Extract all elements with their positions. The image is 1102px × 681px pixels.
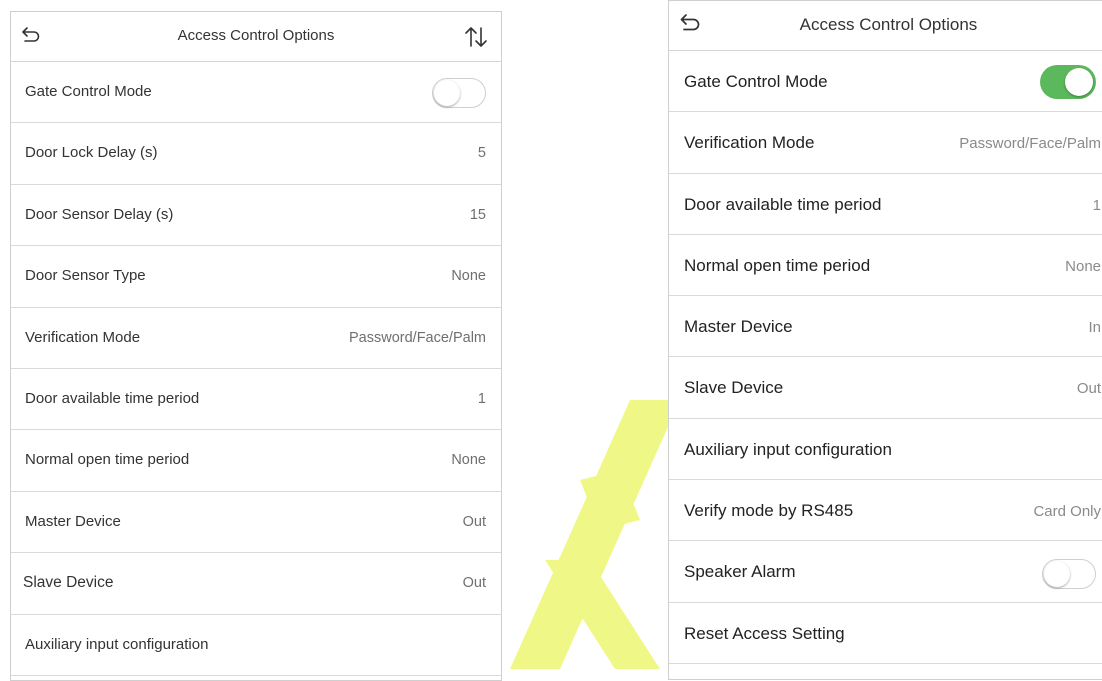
row-label: Slave Device — [684, 378, 784, 398]
row-label: Reset Access Setting — [684, 623, 845, 643]
row-label: Normal open time period — [684, 255, 871, 275]
row-label: Door Lock Delay (s) — [25, 144, 158, 162]
row-value: Password/Face/Palm — [959, 135, 1101, 153]
row-value: 1 — [1092, 196, 1101, 214]
row-auxiliary-input-configuration[interactable]: Auxiliary input configuration — [669, 419, 1102, 481]
row-auxiliary-input-configuration[interactable]: Auxiliary input configuration — [11, 615, 501, 676]
row-label: Slave Device — [23, 574, 114, 592]
row-value: None — [1065, 257, 1101, 275]
row-label: Speaker Alarm — [684, 562, 796, 582]
row-value: Card Only — [1033, 503, 1101, 521]
left-header: Access Control Options — [11, 12, 501, 62]
row-label: Master Device — [25, 512, 121, 530]
row-label: Gate Control Mode — [25, 83, 152, 100]
row-label: Auxiliary input configuration — [684, 439, 892, 459]
sort-icon[interactable] — [463, 25, 489, 54]
row-master-device[interactable]: Master Device Out — [11, 492, 501, 554]
row-label: Auxiliary input configuration — [25, 635, 209, 653]
row-speaker-alarm[interactable]: Speaker Alarm — [669, 541, 1102, 603]
page-title: Access Control Options — [177, 27, 335, 44]
row-label: Verify mode by RS485 — [684, 501, 854, 521]
row-door-sensor-type[interactable]: Door Sensor Type None — [11, 246, 501, 308]
row-label: Door Sensor Delay (s) — [25, 205, 174, 223]
row-value: 5 — [477, 145, 486, 162]
row-slave-device[interactable]: Slave Device Out — [11, 553, 501, 615]
row-label: Master Device — [684, 317, 793, 337]
gate-control-toggle[interactable] — [432, 78, 486, 108]
row-label: Door available time period — [684, 194, 882, 214]
row-value: 15 — [469, 206, 486, 223]
row-verify-mode-by-rs485[interactable]: Verify mode by RS485 Card Only — [669, 480, 1102, 542]
row-gate-control-mode[interactable]: Gate Control Mode — [11, 62, 501, 124]
row-door-available-time-period[interactable]: Door available time period 1 — [669, 174, 1102, 235]
row-normal-open-time-period[interactable]: Normal open time period None — [669, 235, 1102, 297]
row-value: 1 — [477, 390, 486, 407]
toggle-knob — [434, 80, 460, 106]
row-label: Verification Mode — [25, 328, 141, 346]
speaker-alarm-toggle[interactable] — [1042, 559, 1096, 590]
left-panel: Access Control Options Gate Control Mode… — [10, 11, 502, 681]
row-value: Out — [1076, 380, 1101, 398]
toggle-knob — [1065, 68, 1093, 96]
row-value: None — [451, 452, 486, 469]
row-reset-access-setting[interactable]: Reset Access Setting — [669, 603, 1102, 664]
page-title: Access Control Options — [799, 15, 978, 34]
row-value: None — [451, 268, 486, 285]
row-label: Gate Control Mode — [684, 72, 828, 91]
row-verification-mode[interactable]: Verification Mode Password/Face/Palm — [669, 112, 1102, 174]
row-master-device[interactable]: Master Device In — [669, 296, 1102, 358]
right-header: Access Control Options — [669, 1, 1102, 51]
row-door-available-time-period[interactable]: Door available time period 1 — [11, 369, 501, 431]
row-label: Door available time period — [25, 389, 200, 407]
gate-control-toggle[interactable] — [1040, 65, 1096, 99]
row-normal-open-time-period[interactable]: Normal open time period None — [11, 430, 501, 492]
row-value: Out — [462, 575, 486, 592]
toggle-knob — [1044, 561, 1070, 588]
row-slave-device[interactable]: Slave Device Out — [669, 357, 1102, 419]
row-label: Verification Mode — [684, 133, 815, 153]
row-door-sensor-delay[interactable]: Door Sensor Delay (s) 15 — [11, 185, 501, 247]
row-value: In — [1088, 319, 1101, 337]
row-label: Door Sensor Type — [25, 267, 146, 285]
row-value: Password/Face/Palm — [349, 329, 486, 346]
row-gate-control-mode[interactable]: Gate Control Mode — [669, 51, 1102, 113]
row-verification-mode[interactable]: Verification Mode Password/Face/Palm — [11, 308, 501, 369]
right-panel: Access Control Options Gate Control Mode… — [668, 0, 1102, 680]
row-value: Out — [462, 513, 486, 530]
row-label: Normal open time period — [25, 451, 190, 469]
row-door-lock-delay[interactable]: Door Lock Delay (s) 5 — [11, 123, 501, 185]
